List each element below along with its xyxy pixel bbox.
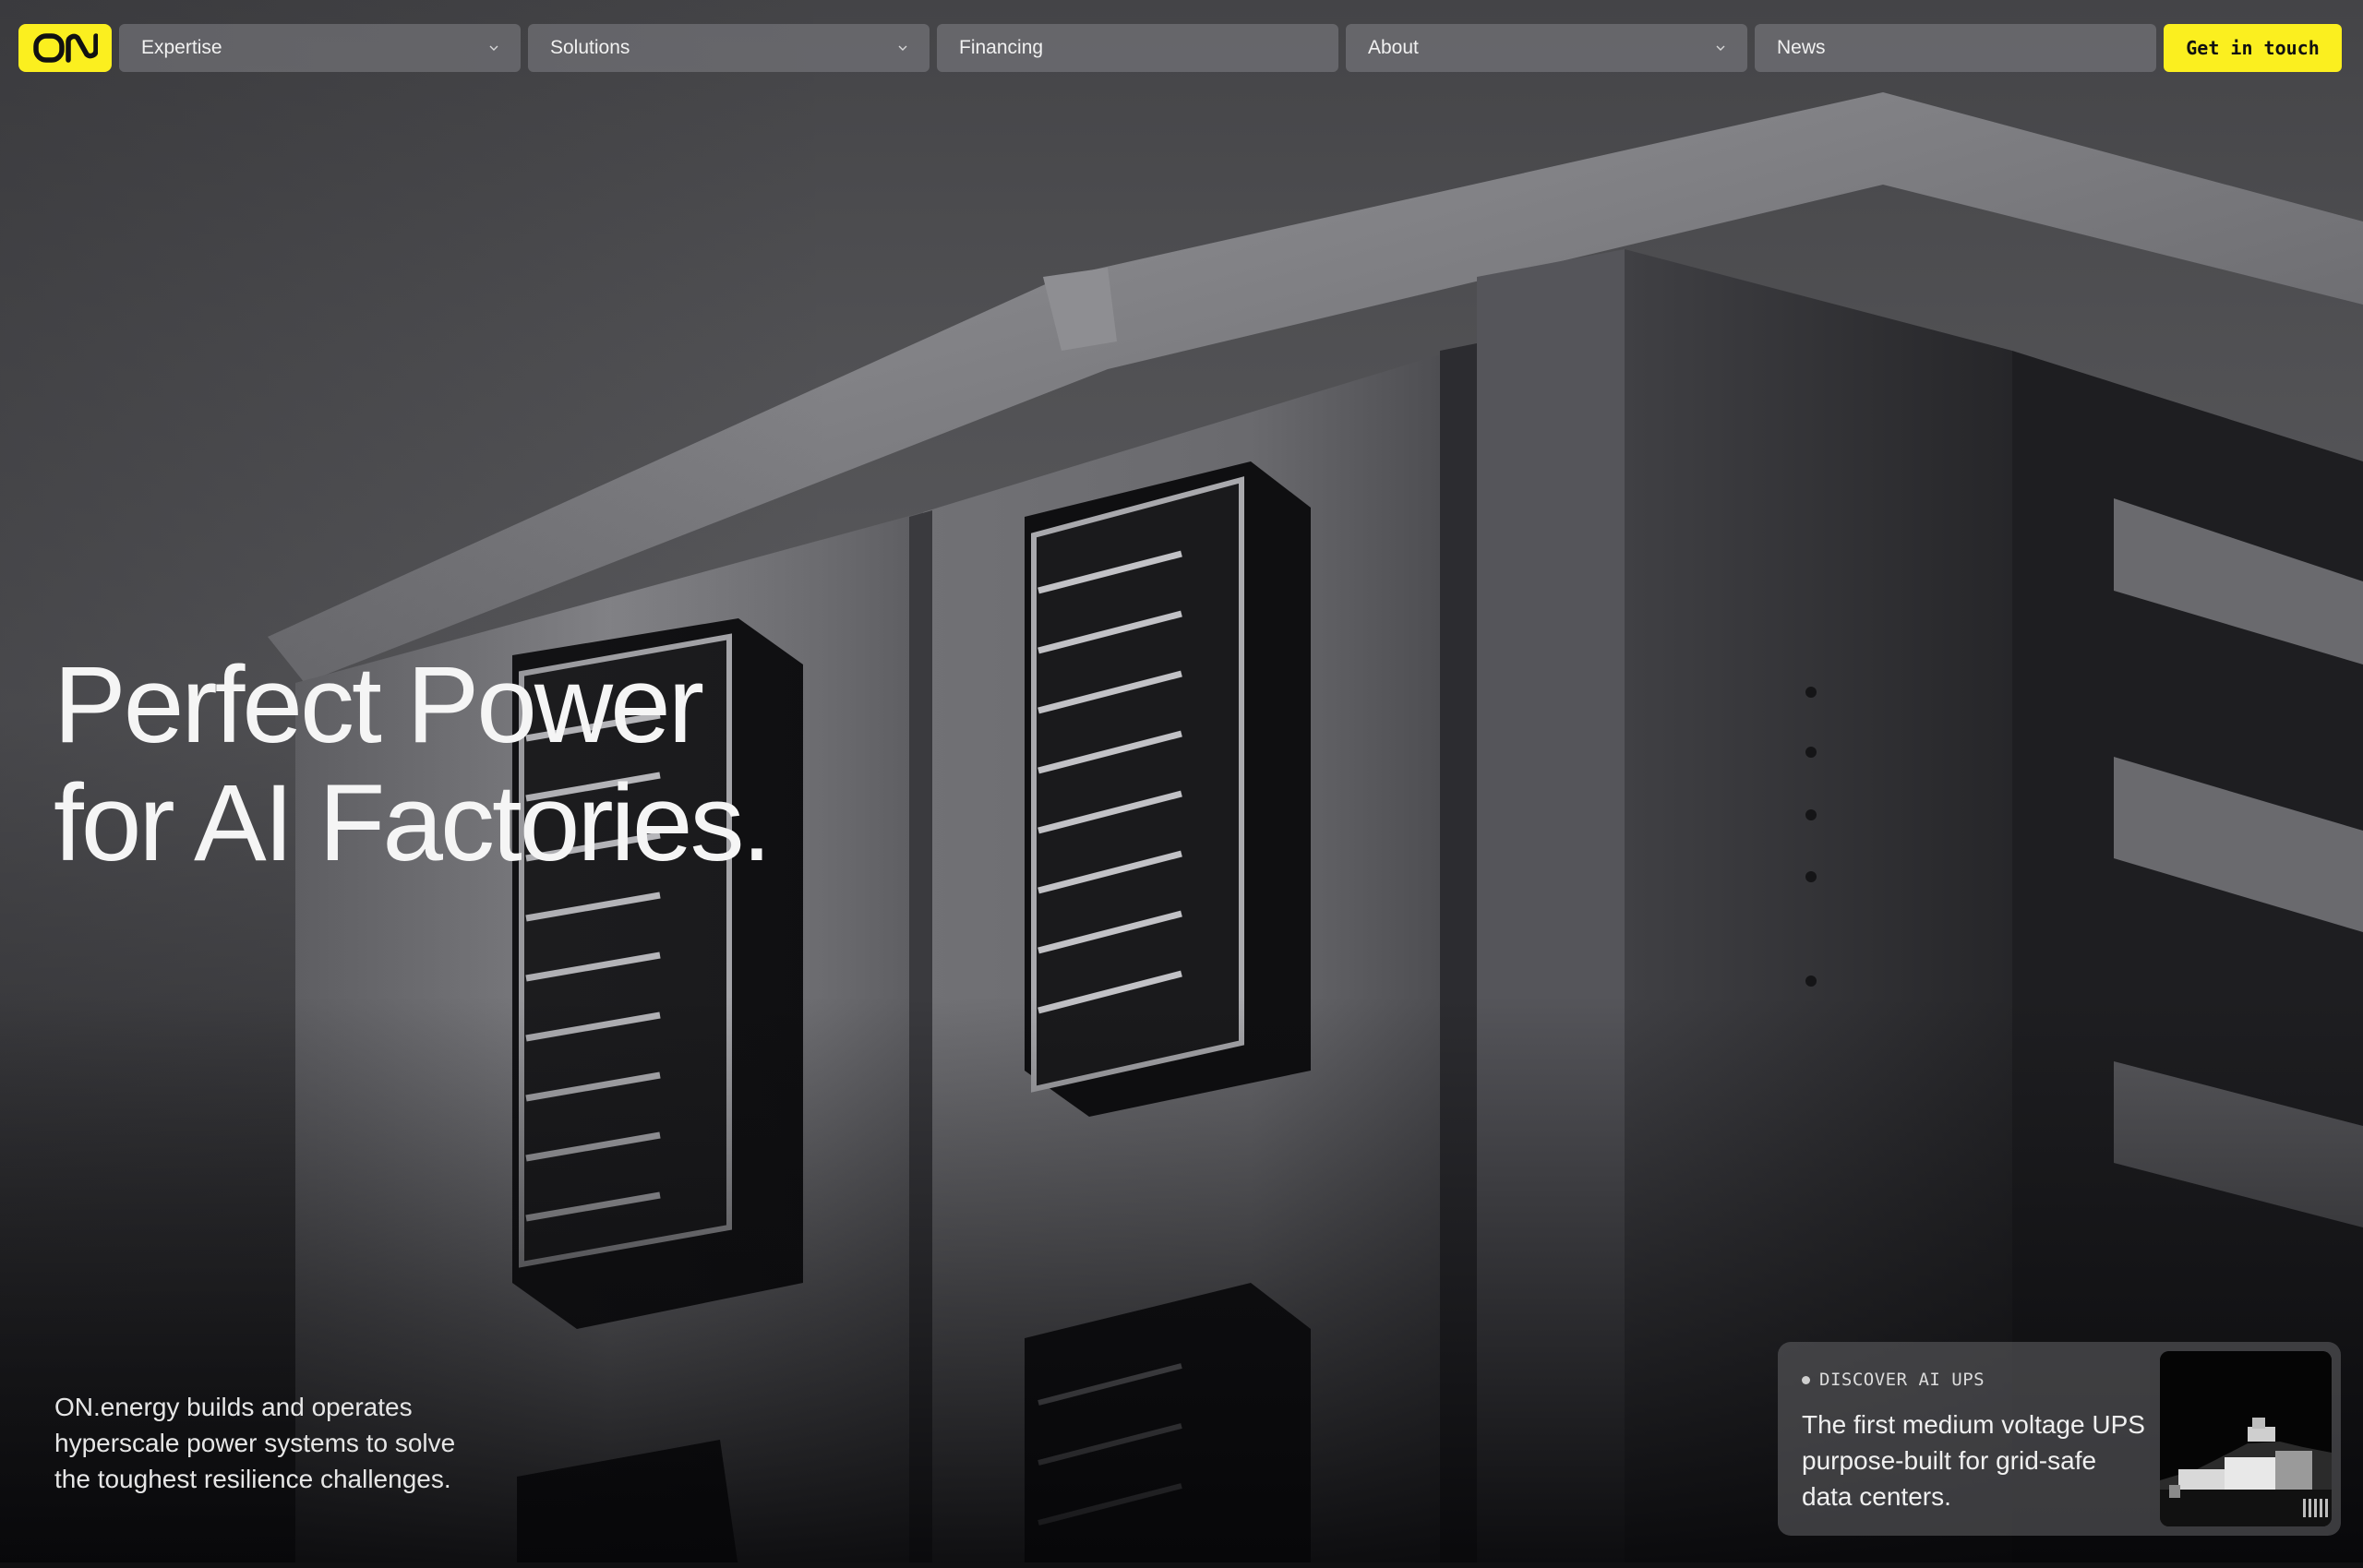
hero-headline-line-2: for AI Factories. [54,762,772,884]
chevron-down-icon [1714,42,1727,54]
hero-intro-text: ON.energy builds and operates hyperscale… [54,1393,456,1493]
nav-item-label: News [1777,37,1826,58]
promo-tag-label: DISCOVER AI UPS [1819,1370,1985,1390]
get-in-touch-button[interactable]: Get in touch [2164,24,2342,72]
discover-ai-ups-card[interactable]: DISCOVER AI UPS The first medium voltage… [1778,1342,2341,1536]
top-navigation: Expertise Solutions Financing About News… [18,24,2343,72]
on-logo[interactable] [18,24,112,72]
hero-headline-line-1: Perfect Power [54,644,704,766]
promo-tag: DISCOVER AI UPS [1802,1370,2160,1390]
nav-item-expertise[interactable]: Expertise [119,24,521,72]
nav-item-news[interactable]: News [1755,24,2156,72]
bottom-edge [0,1562,2363,1568]
promo-description: The first medium voltage UPS purpose-bui… [1802,1410,2145,1511]
on-logo-icon [32,33,98,63]
chevron-down-icon [487,42,500,54]
nav-item-label: Financing [959,37,1044,58]
nav-item-label: About [1368,37,1419,58]
hero-headline: Perfect Power for AI Factories. [54,646,1069,882]
promo-text-block: DISCOVER AI UPS The first medium voltage… [1802,1351,2160,1526]
nav-item-label: Solutions [550,37,630,58]
chevron-down-icon [896,42,909,54]
nav-item-about[interactable]: About [1346,24,1747,72]
bullet-dot-icon [1802,1375,1810,1384]
promo-thumbnail-image [2160,1351,2332,1526]
nav-item-solutions[interactable]: Solutions [528,24,930,72]
nav-item-financing[interactable]: Financing [937,24,1338,72]
nav-item-label: Expertise [141,37,222,58]
